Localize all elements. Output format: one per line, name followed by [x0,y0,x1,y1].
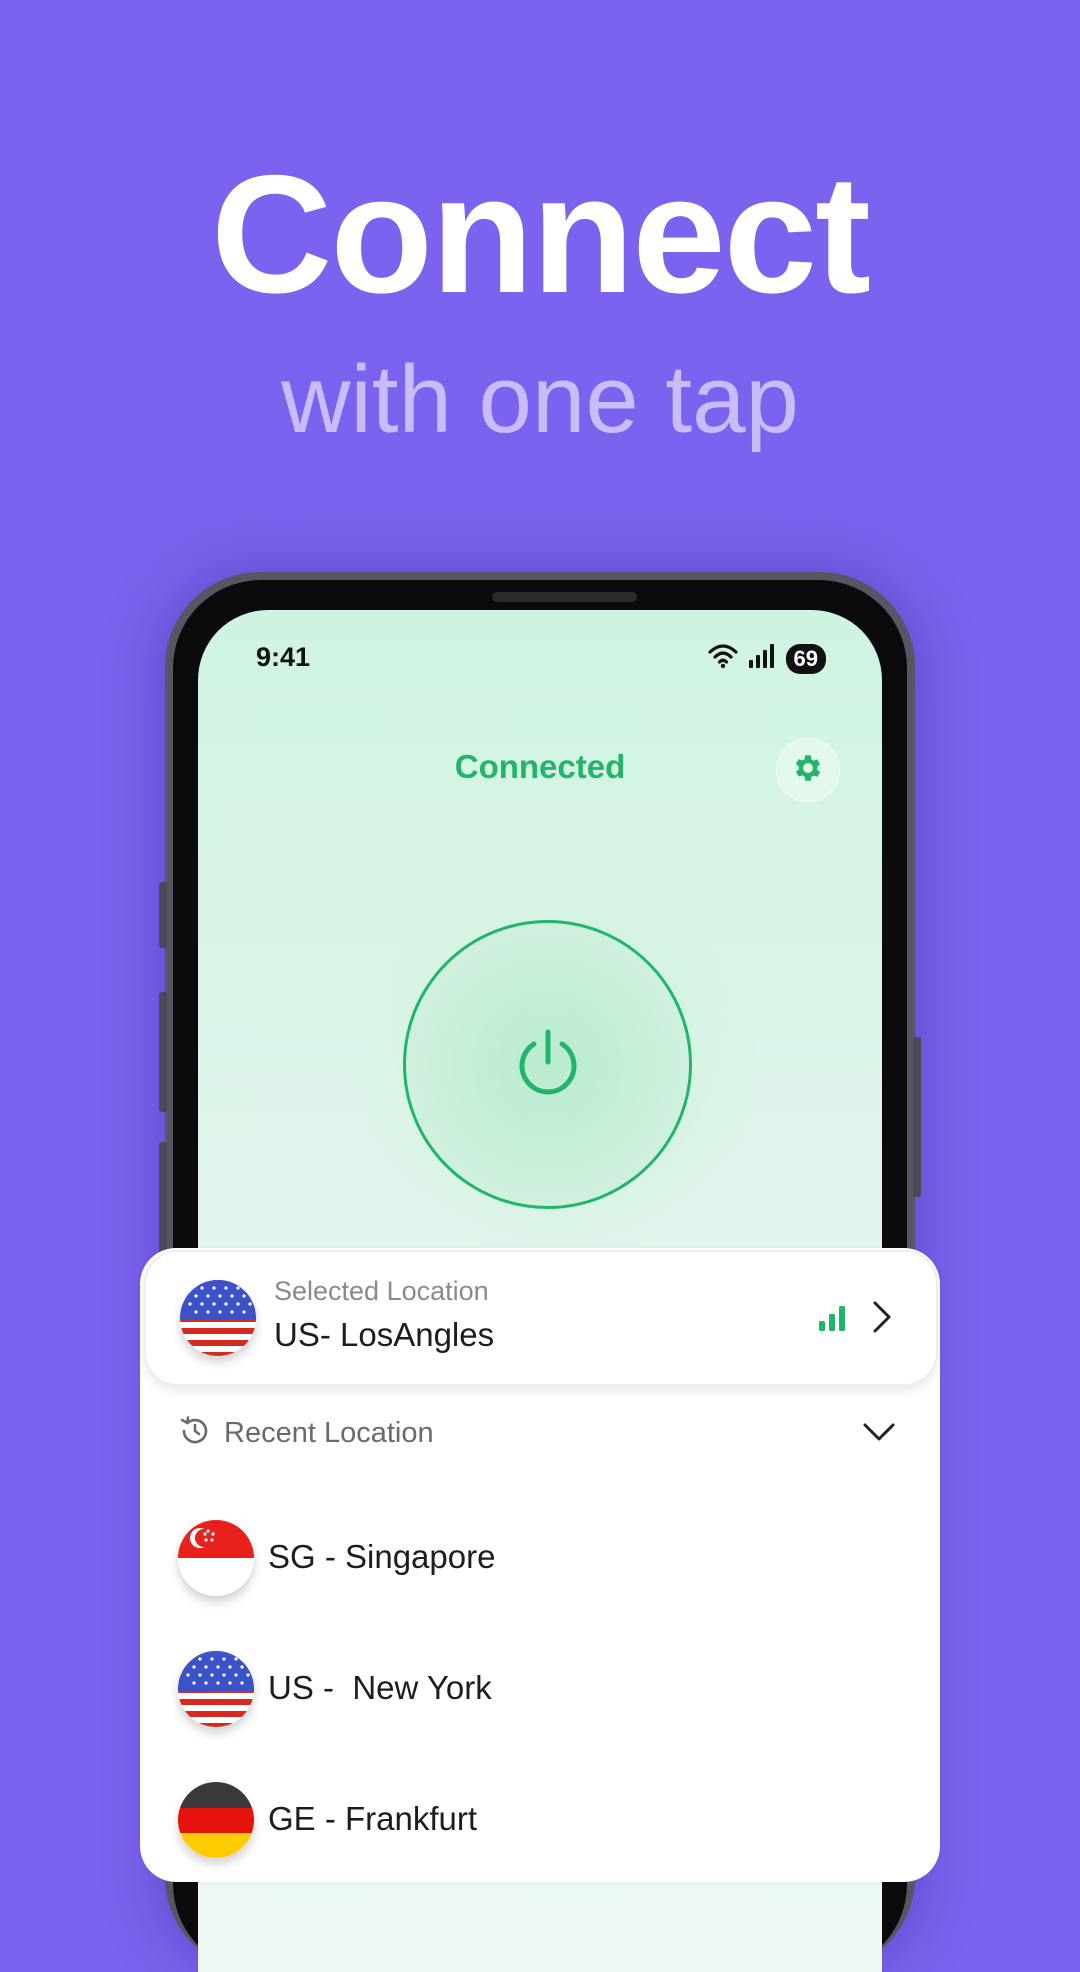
promo-subheadline: with one tap [281,346,799,453]
status-icons: 69 [707,643,826,674]
signal-strength-icon [818,1304,848,1337]
location-name: US - New York [268,1669,492,1706]
list-item[interactable]: SG - Singapore [178,1518,878,1598]
wifi-icon [707,643,738,674]
location-name: GE - Frankfurt [268,1800,478,1837]
singapore-flag-icon [178,1520,254,1596]
history-icon [178,1414,212,1453]
location-name: SG - Singapore [268,1538,496,1575]
recent-location-header[interactable]: Recent Location [178,1414,434,1453]
us-flag-icon [180,1280,256,1356]
selected-location-label: Selected Location [274,1276,489,1306]
list-item[interactable]: GE - Frankfurt [178,1780,878,1860]
cellular-signal-icon [748,644,776,673]
status-time: 9:41 [256,642,311,672]
settings-button[interactable] [776,738,840,802]
phone-side-button [159,1142,167,1262]
promo-headline: Connect [211,140,871,328]
power-button[interactable] [403,920,692,1209]
selected-location-card[interactable]: Selected Location US- LosAngles [144,1250,938,1386]
battery-icon: 69 [785,643,826,674]
gear-icon [791,751,825,790]
location-sheet: Selected Location US- LosAngles Recent L… [140,1248,940,1882]
phone-side-button [159,882,167,948]
us-flag-icon [178,1651,254,1727]
power-icon [508,1022,588,1107]
germany-flag-icon [178,1782,254,1858]
chevron-right-icon[interactable] [870,1300,894,1339]
phone-side-button [159,992,167,1112]
phone-side-button [913,1037,921,1197]
recent-location-label: Recent Location [224,1417,434,1449]
selected-location-value: US- LosAngles [274,1316,495,1353]
earpiece-speaker [492,592,637,602]
chevron-down-icon[interactable] [862,1420,896,1449]
list-item[interactable]: US - New York [178,1649,878,1729]
